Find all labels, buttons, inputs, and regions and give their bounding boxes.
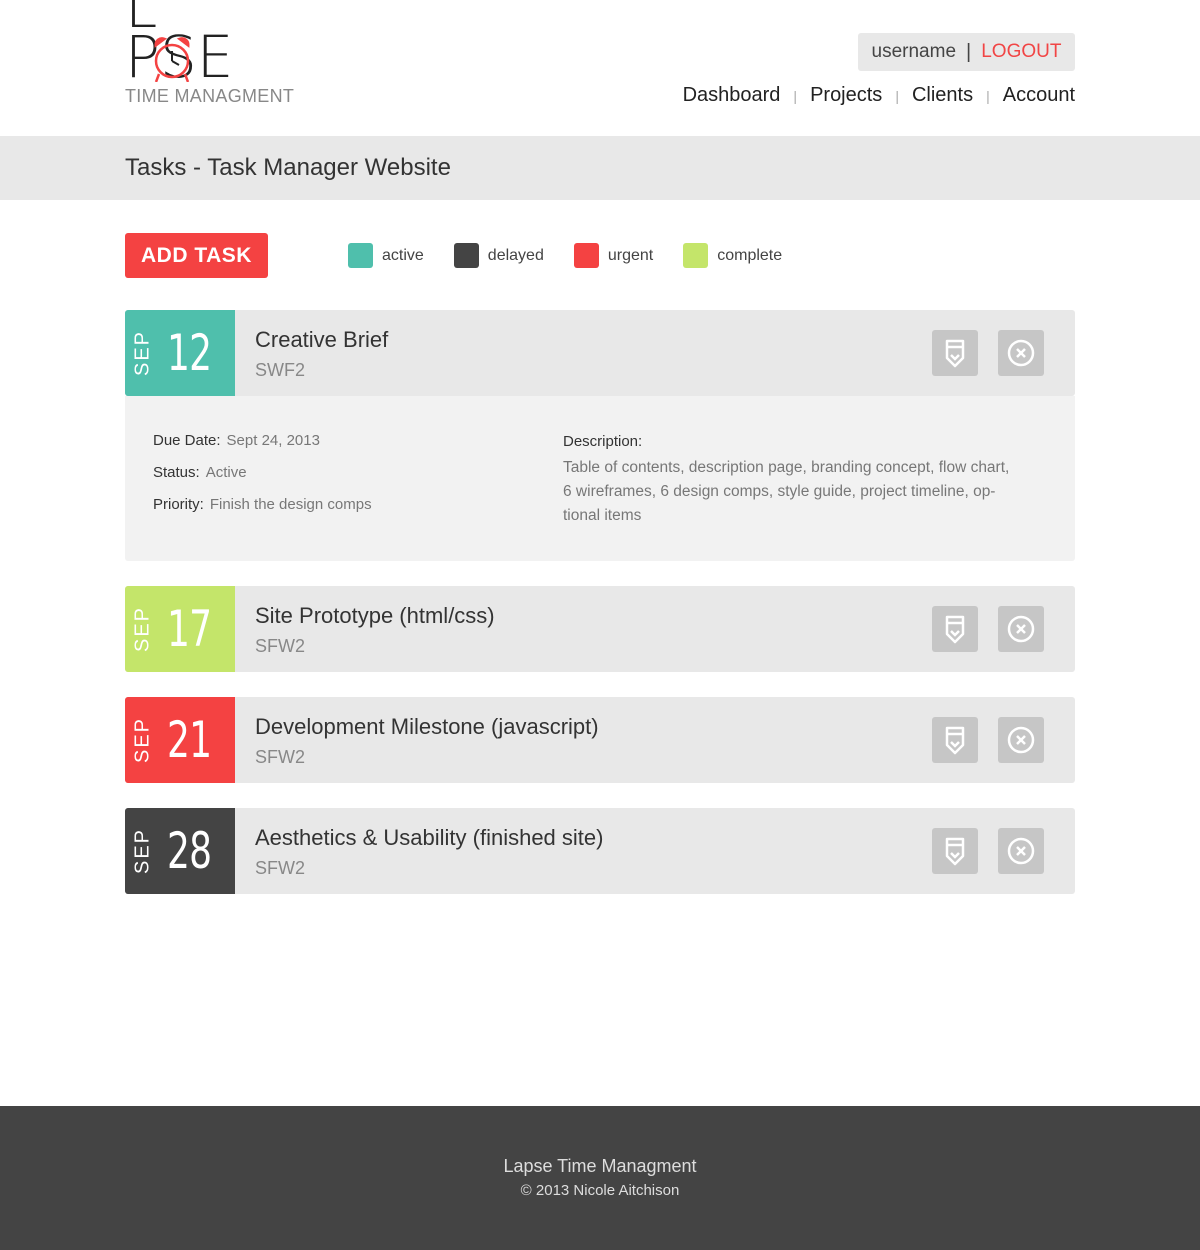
due-date-value: Sept 24, 2013 [226, 432, 320, 449]
edit-task-button[interactable] [932, 828, 978, 874]
legend-swatch-urgent [573, 243, 599, 268]
task-date-month: SEP [131, 605, 154, 653]
task-card[interactable]: SEP 17 Site Prototype (html/css) SFW2 [125, 586, 1075, 672]
task-date-day: 17 [167, 600, 212, 658]
legend-label: complete [717, 246, 783, 264]
task-card[interactable]: SEP 12 Creative Brief SWF2 [125, 310, 1075, 396]
delete-task-button[interactable] [998, 717, 1044, 763]
legend-swatch-complete [683, 243, 709, 268]
task-date-day: 12 [167, 324, 212, 382]
delete-task-button[interactable] [998, 828, 1044, 874]
footer-copyright: © 2013 Nicole Aitchison [520, 1182, 680, 1199]
edit-task-button[interactable] [932, 606, 978, 652]
page-title: Tasks - Task Manager Website [125, 154, 451, 181]
status-label: Status: [153, 464, 200, 481]
task-card[interactable]: SEP 28 Aesthetics & Usability (finished … [125, 808, 1075, 894]
username-label[interactable]: username [872, 41, 957, 63]
pencil-icon [945, 837, 965, 866]
nav-item-projects[interactable]: Projects [810, 84, 882, 107]
legend-item-delayed: delayed [453, 243, 544, 268]
legend-item-complete: complete [683, 243, 782, 268]
task-date-month: SEP [131, 716, 154, 764]
description-text: Table of contents, description page, bra… [563, 456, 1043, 528]
description-line: tional items [563, 507, 642, 524]
task-title[interactable]: Aesthetics & Usability (finished site) [255, 825, 603, 851]
edit-task-button[interactable] [932, 717, 978, 763]
task-code: SFW2 [255, 858, 306, 878]
legend-label: delayed [487, 246, 544, 264]
description-label: Description: [563, 433, 643, 450]
priority-row: Priority: Finish the design comps [153, 496, 372, 513]
task-code: SFW2 [255, 636, 306, 656]
user-separator: | [966, 40, 972, 63]
task-date-day: 21 [167, 711, 212, 769]
legend-swatch-active [348, 243, 373, 268]
nav-item-dashboard[interactable]: Dashboard [683, 84, 781, 107]
close-circle-icon [1007, 615, 1035, 643]
close-circle-icon [1007, 726, 1035, 754]
alarm-clock-icon [154, 37, 190, 82]
task-date-month: SEP [131, 827, 154, 875]
legend-label: urgent [607, 246, 654, 264]
task-date-day: 28 [167, 822, 212, 880]
description-line: Table of contents, description page, bra… [563, 459, 1010, 476]
nav-item-clients[interactable]: Clients [912, 84, 973, 107]
priority-value: Finish the design comps [209, 496, 372, 513]
pencil-icon [945, 615, 965, 644]
logout-link[interactable]: LOGOUT [981, 41, 1061, 63]
task-title[interactable]: Creative Brief [255, 327, 388, 353]
task-date-block: SEP 12 [125, 310, 235, 396]
legend-label: active [382, 246, 424, 264]
nav-item-account[interactable]: Account [1003, 84, 1075, 107]
header: LPSE TIME MANAGMENT username | LOGOUT Da… [0, 0, 1200, 136]
status-value: Active [205, 464, 247, 481]
close-circle-icon [1007, 339, 1035, 367]
legend-item-urgent: urgent [573, 243, 654, 268]
task-code: SWF2 [255, 360, 306, 380]
footer: Lapse Time Managment © 2013 Nicole Aitch… [0, 1106, 1200, 1250]
task-date-month: SEP [131, 329, 154, 377]
delete-task-button[interactable] [998, 330, 1044, 376]
nav-divider: | [986, 87, 990, 104]
task-title[interactable]: Development Milestone (javascript) [255, 714, 599, 740]
task-date-block: SEP 17 [125, 586, 235, 672]
task-card[interactable]: SEP 21 Development Milestone (javascript… [125, 697, 1075, 783]
user-box: username | LOGOUT [858, 33, 1075, 71]
close-circle-icon [1007, 837, 1035, 865]
status-legend: active delayed urgent complete [348, 243, 812, 268]
due-date-row: Due Date: Sept 24, 2013 [153, 432, 320, 449]
main-nav: Dashboard | Projects | Clients | Account [683, 84, 1075, 107]
footer-title: Lapse Time Managment [503, 1156, 697, 1176]
logo-tagline: TIME MANAGMENT [125, 86, 295, 106]
task-code: SFW2 [255, 747, 306, 767]
edit-task-button[interactable] [932, 330, 978, 376]
task-date-block: SEP 28 [125, 808, 235, 894]
task-details-panel: Due Date: Sept 24, 2013 Status: Active Pri… [125, 396, 1075, 561]
pencil-icon [945, 339, 965, 368]
task-title[interactable]: Site Prototype (html/css) [255, 603, 495, 629]
nav-divider: | [793, 87, 798, 104]
task-date-block: SEP 21 [125, 697, 235, 783]
legend-swatch-delayed [453, 243, 479, 268]
due-date-label: Due Date: [153, 432, 221, 449]
pencil-icon [945, 726, 965, 755]
description-line: 6 wireframes, 6 design comps, style guid… [563, 483, 996, 500]
status-row: Status: Active [153, 464, 247, 481]
title-bar: Tasks - Task Manager Website [0, 136, 1200, 200]
add-task-button[interactable]: ADD TASK [125, 233, 268, 278]
delete-task-button[interactable] [998, 606, 1044, 652]
priority-label: Priority: [153, 496, 204, 513]
logo[interactable]: LPSE TIME MANAGMENT [125, 0, 295, 112]
nav-divider: | [895, 87, 899, 104]
legend-item-active: active [348, 243, 424, 268]
